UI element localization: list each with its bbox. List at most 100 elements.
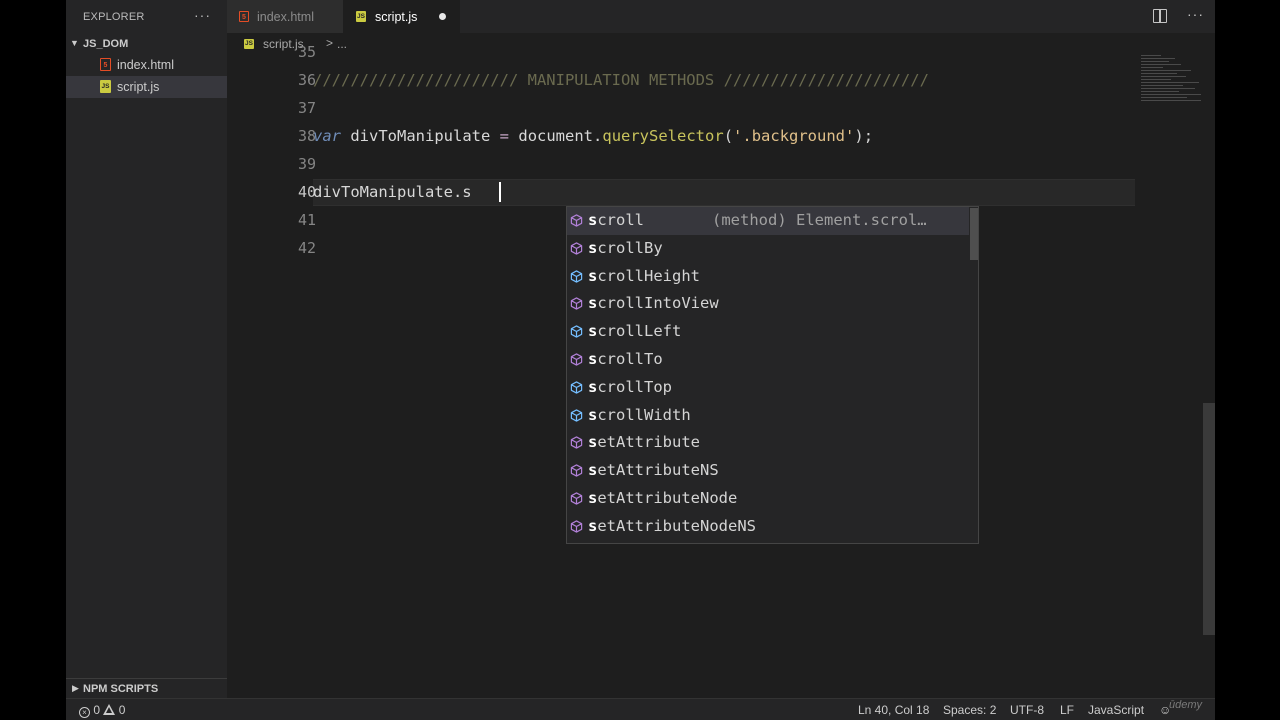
suggestion-item[interactable]: scrollLeft [567,318,969,346]
suggestion-label: scroll [588,211,644,229]
encoding[interactable]: UTF-8 [1010,703,1044,717]
tab-script-js[interactable]: JS script.js [343,0,460,33]
code-line-36[interactable]: ////////////////////// MANIPULATION METH… [313,71,929,89]
token-dot: . [593,127,603,145]
chevron-down-icon: ▼ [70,38,79,48]
suggestion-item[interactable]: scroll (method) Element.scrol… [567,207,969,235]
explorer-more-icon[interactable]: ··· [194,7,211,23]
text-cursor [499,182,501,202]
suggestion-match: s [588,461,598,480]
token-string: '.background' [733,127,855,145]
js-icon: JS [244,39,254,49]
breadcrumb-separator: > [326,36,334,50]
suggestion-label: scrollTo [588,350,663,368]
end-of-line[interactable]: LF [1060,703,1074,717]
method-cube-icon [570,492,583,505]
vscode-window: EXPLORER ··· ▼ JS_DOM 5 index.html JS sc… [66,0,1215,720]
property-cube-icon [570,381,583,394]
folder-js-dom[interactable]: ▼ JS_DOM [66,36,227,54]
suggestion-label: scrollIntoView [588,294,719,312]
suggestion-label: setAttribute [588,433,700,451]
suggestion-rest: crollTo [597,350,663,368]
suggestion-item[interactable]: scrollWidth [567,402,969,430]
tab-label: script.js [375,10,418,24]
token-object: document [518,127,594,145]
html-icon: 5 [100,58,111,71]
property-cube-icon [570,269,583,283]
suggestion-item[interactable]: setAttributeNodeNS [567,513,969,541]
suggestion-item[interactable]: scrollTo [567,346,969,374]
suggestion-item[interactable]: setAttribute [567,429,969,457]
autocomplete-suggest-widget[interactable]: setAttributeNodeNS setAttributeNode setAtt… [566,206,979,544]
suggestion-label: setAttributeNode [588,489,737,507]
suggestion-match: s [588,489,598,507]
suggestion-item[interactable]: scrollTop [567,374,969,402]
line-number: 36 [297,71,316,89]
cursor-position[interactable]: Ln 40, Col 18 [858,703,929,717]
file-item-script-js[interactable]: JS script.js [66,76,227,98]
suggestion-rest: crollBy [597,238,663,257]
file-item-index-html[interactable]: 5 index.html [66,54,227,76]
js-icon: JS [100,80,111,93]
suggestion-label: scrollTop [588,378,672,396]
property-cube-icon [570,325,583,338]
minimap[interactable] [1141,55,1203,119]
split-editor-icon[interactable] [1153,9,1167,23]
method-cube-icon [570,214,583,227]
method-cube-icon [570,353,583,366]
error-icon: × [79,707,90,718]
suggestion-detail: (method) Element.scrol… [712,211,927,229]
suggestion-rest: etAttributeNode [597,489,738,507]
status-bar: × 0 0 Ln 40, Col 18 Spaces: 2 UTF-8 LF J… [66,698,1215,720]
problems-indicator[interactable]: × 0 0 [79,703,125,718]
npm-scripts-title: NPM SCRIPTS [83,683,159,695]
suggestion-rest: etAttribute [597,433,700,452]
token-paren: ( [723,127,734,145]
language-mode[interactable]: JavaScript [1088,703,1144,717]
suggestion-match: s [588,322,598,341]
npm-scripts-section[interactable]: ▶ NPM SCRIPTS [66,678,227,699]
suggestion-item[interactable]: setAttributeNode [567,485,969,513]
code-line-40[interactable]: divToManipulate.s [313,183,472,201]
suggestion-item[interactable]: scrollIntoView [567,290,969,318]
indentation[interactable]: Spaces: 2 [943,703,996,717]
line-number: 42 [297,239,316,257]
suggestion-match: s [588,350,598,368]
suggestion-match: s [588,238,598,257]
line-number: 40 [297,183,316,201]
suggestion-match: s [588,433,598,452]
method-cube-icon [570,520,583,533]
warning-icon [103,704,116,715]
method-cube-icon [570,242,583,255]
vertical-scrollbar[interactable] [1203,403,1215,635]
suggest-scrollbar[interactable] [970,208,978,260]
explorer-title: EXPLORER [83,11,145,23]
line-number: 35 [297,43,316,61]
explorer-header: EXPLORER ··· [66,0,227,33]
suggestion-match: s [588,516,598,535]
method-cube-icon [570,297,583,311]
warning-count: 0 [118,703,126,717]
line-number: 37 [297,99,316,117]
suggestion-item[interactable]: scrollBy [567,235,969,263]
error-count: 0 [93,703,101,717]
explorer-sidebar: EXPLORER ··· ▼ JS_DOM 5 index.html JS sc… [66,0,227,698]
token-operator: = [499,127,510,145]
suggestion-rest: croll [597,211,645,229]
more-actions-icon[interactable]: ··· [1187,6,1204,22]
js-icon: JS [356,11,366,22]
file-name: script.js [117,80,160,94]
code-line-38[interactable]: var divToManipulate = document.querySele… [313,127,873,145]
suggestion-match: s [588,377,598,396]
suggestion-item[interactable]: setAttributeNS [567,457,969,485]
html-icon: 5 [239,11,249,22]
breadcrumb-symbol[interactable]: ... [337,37,347,51]
line-number: 41 [297,211,316,229]
tab-index-html[interactable]: 5 index.html [227,0,343,33]
unsaved-dot-icon[interactable] [439,13,446,20]
folder-name: JS_DOM [83,38,129,50]
suggestion-label: scrollWidth [588,406,691,424]
suggestion-rest: crollLeft [597,322,682,341]
breadcrumb: JS script.js > ... [227,33,1215,55]
suggestion-item[interactable]: scrollHeight [567,263,969,291]
